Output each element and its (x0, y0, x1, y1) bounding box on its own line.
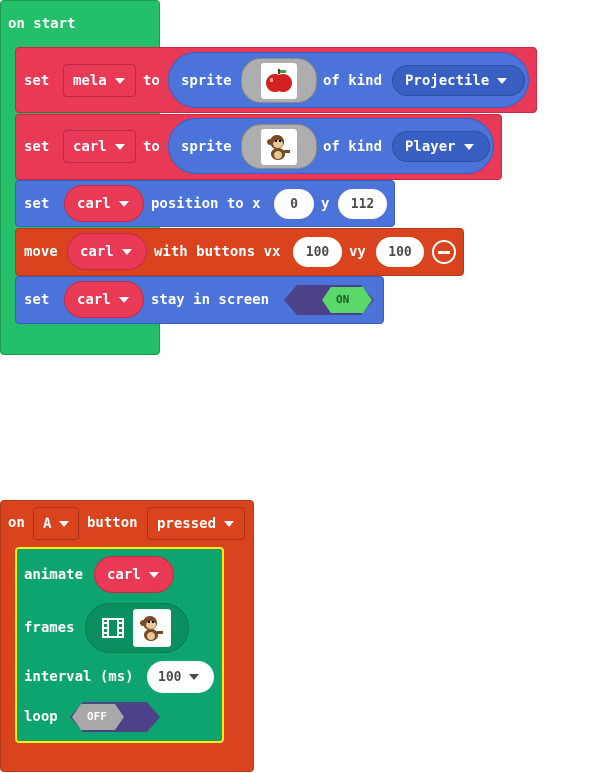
on-start-label: on start (8, 16, 76, 32)
position-to-x-label: position to x (151, 196, 261, 212)
to-label: to (143, 73, 160, 89)
chevron-down-icon (118, 296, 129, 303)
event-dropdown[interactable]: pressed (147, 507, 245, 540)
vy-value-input[interactable]: 100 (376, 237, 424, 267)
interval-label: interval (ms) (24, 669, 134, 685)
film-strip-icon (102, 618, 124, 638)
sprite-image-picker[interactable] (241, 58, 317, 103)
y-value-input[interactable]: 112 (338, 189, 387, 219)
to-label: to (143, 139, 160, 155)
move-label: move (24, 244, 58, 260)
chevron-down-icon (189, 674, 200, 680)
toggle-track-icon (284, 285, 374, 315)
with-buttons-vx-label: with buttons vx (154, 244, 281, 260)
vx-value-input[interactable]: 100 (293, 237, 342, 267)
chevron-down-icon (224, 520, 235, 527)
kind-dropdown-player[interactable]: Player (392, 131, 490, 162)
vy-label: vy (349, 244, 366, 260)
button-label: button (87, 515, 138, 531)
toggle-track-icon (70, 702, 160, 732)
chevron-down-icon (118, 200, 129, 207)
y-label: y (321, 196, 330, 212)
set-label: set (24, 139, 50, 155)
x-value-input[interactable]: 0 (274, 189, 314, 219)
chevron-down-icon (121, 248, 132, 255)
of-kind-label: of kind (323, 139, 383, 155)
loop-label: loop (24, 709, 58, 725)
variable-dropdown-carl[interactable]: carl (94, 556, 174, 593)
variable-dropdown-carl[interactable]: carl (67, 233, 147, 270)
minus-circle-icon[interactable] (432, 240, 456, 264)
stay-in-screen-toggle[interactable]: ON (283, 284, 375, 316)
variable-dropdown-carl[interactable]: carl (64, 281, 144, 318)
of-kind-label: of kind (323, 73, 383, 89)
animate-label: animate (24, 567, 84, 583)
variable-dropdown-carl[interactable]: carl (64, 185, 144, 222)
chevron-down-icon (59, 520, 70, 527)
monkey-sprite-icon (267, 134, 290, 160)
sprite-label: sprite (181, 73, 232, 89)
chevron-down-icon (114, 77, 125, 84)
toggle-off-label: OFF (87, 710, 107, 723)
frames-picker[interactable] (85, 603, 189, 653)
toggle-on-label: ON (336, 293, 350, 306)
set-label: set (24, 292, 50, 308)
variable-dropdown-mela[interactable]: mela (63, 64, 136, 97)
sprite-label: sprite (181, 139, 232, 155)
loop-toggle[interactable]: OFF (69, 701, 161, 733)
apple-sprite-icon (266, 68, 292, 92)
sprite-image-picker[interactable] (241, 124, 317, 169)
kind-dropdown-projectile[interactable]: Projectile (392, 65, 525, 96)
on-label: on (8, 515, 25, 531)
interval-dropdown[interactable]: 100 (147, 661, 214, 693)
set-label: set (24, 196, 50, 212)
stay-in-screen-label: stay in screen (151, 292, 270, 308)
chevron-down-icon (148, 571, 159, 578)
chevron-down-icon (114, 143, 125, 150)
set-label: set (24, 73, 50, 89)
chevron-down-icon (497, 77, 508, 84)
button-dropdown[interactable]: A (33, 507, 79, 540)
chevron-down-icon (463, 143, 474, 150)
frames-label: frames (24, 620, 75, 636)
monkey-sprite-icon (140, 616, 163, 641)
variable-dropdown-carl[interactable]: carl (63, 130, 136, 163)
